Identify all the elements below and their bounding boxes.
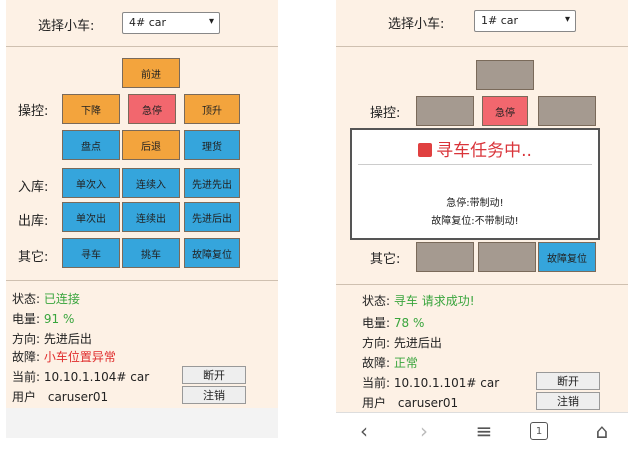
store-label: 入库:: [18, 180, 49, 195]
dialog-title-text: 寻车任务中..: [436, 141, 532, 161]
car-select-label: 选择小车:: [388, 17, 445, 32]
divider: [6, 46, 278, 47]
user-value: caruser01: [397, 396, 459, 410]
forward-button[interactable]: 前进: [122, 58, 180, 88]
browser-nav-bar: ‹ › ≡ 1 ⌂: [336, 412, 628, 450]
power-label: 电量:: [362, 316, 391, 330]
fault-value: 正常: [393, 356, 418, 370]
fault-row: 故障: 小车位置异常: [12, 348, 116, 365]
fault-label: 故障:: [12, 350, 41, 364]
find-car-button[interactable]: 寻车: [62, 238, 120, 268]
continuous-in-button[interactable]: 连续入: [122, 168, 180, 198]
back-arrow-icon[interactable]: ‹: [352, 419, 376, 443]
power-value: 78 %: [393, 316, 425, 330]
dialog-line-estop: 急停:带制动!: [446, 198, 504, 209]
fault-row: 故障: 正常: [362, 354, 418, 371]
car-select-row: 选择小车: 4# car ▾: [6, 8, 278, 38]
user-label: 用户: [362, 396, 387, 410]
power-row: 电量: 91 %: [12, 310, 74, 327]
car-select-row: 选择小车: 1# car ▾: [336, 6, 628, 36]
control-label: 操控:: [18, 104, 49, 119]
move-car-button[interactable]: 挑车: [122, 238, 180, 268]
estop-button[interactable]: 急停: [128, 94, 176, 124]
chevron-down-icon: ▾: [208, 16, 214, 27]
forward-arrow-icon[interactable]: ›: [412, 419, 436, 443]
fault-reset-button[interactable]: 故障复位: [538, 242, 596, 272]
down-button[interactable]: 下降: [62, 94, 120, 124]
other-label: 其它:: [18, 250, 49, 265]
fault-reset-button[interactable]: 故障复位: [184, 238, 240, 268]
forward-button-disabled: [476, 60, 534, 90]
disconnect-button[interactable]: 断开: [536, 372, 600, 390]
move-car-button-disabled: [478, 242, 536, 272]
filo-out-button[interactable]: 先进后出: [184, 202, 240, 232]
car-select-dropdown[interactable]: 4# car ▾: [122, 12, 220, 34]
status-row: 状态: 寻车 请求成功!: [362, 292, 475, 309]
left-phone-panel: 选择小车: 4# car ▾ 前进 操控: 下降 急停 顶升 盘点 后退 理货 …: [6, 0, 278, 408]
direction-value: 先进后出: [43, 332, 92, 346]
home-icon[interactable]: ⌂: [590, 419, 614, 443]
power-value: 91 %: [43, 312, 75, 326]
fault-label: 故障:: [362, 356, 391, 370]
continuous-out-button[interactable]: 连续出: [122, 202, 180, 232]
single-out-button[interactable]: 单次出: [62, 202, 120, 232]
car-select-dropdown[interactable]: 1# car ▾: [474, 10, 576, 32]
current-label: 当前:: [12, 370, 41, 384]
status-row: 状态: 已连接: [12, 290, 80, 307]
current-value: 10.10.1.104# car: [43, 370, 150, 384]
user-value: caruser01: [47, 390, 109, 404]
current-row: 当前: 10.10.1.101# car: [362, 374, 499, 391]
logout-button[interactable]: 注销: [536, 392, 600, 410]
status-label: 状态:: [12, 292, 41, 306]
other-label: 其它:: [370, 252, 401, 267]
direction-row: 方向: 先进后出: [362, 334, 442, 351]
power-label: 电量:: [12, 312, 41, 326]
car-select-label: 选择小车:: [38, 19, 95, 34]
current-value: 10.10.1.101# car: [393, 376, 500, 390]
car-select-value: 1# car: [481, 14, 519, 27]
disconnect-button[interactable]: 断开: [182, 366, 246, 384]
fifo-in-button[interactable]: 先进先出: [184, 168, 240, 198]
status-label: 状态:: [362, 294, 391, 308]
divider: [6, 280, 278, 281]
status-value: 寻车 请求成功!: [393, 294, 475, 308]
current-row: 当前: 10.10.1.104# car: [12, 368, 149, 385]
user-label: 用户: [12, 390, 37, 404]
back-button[interactable]: 后退: [122, 130, 180, 160]
up-button[interactable]: 顶升: [184, 94, 240, 124]
estop-button[interactable]: 急停: [482, 96, 528, 126]
menu-icon[interactable]: ≡: [472, 419, 496, 443]
left-bottom-area: [6, 408, 278, 438]
find-car-button-disabled: [416, 242, 474, 272]
divider: [336, 284, 628, 285]
divider: [358, 164, 592, 165]
chevron-down-icon: ▾: [564, 14, 570, 25]
up-button-disabled: [538, 96, 596, 126]
alert-icon: [418, 143, 433, 157]
direction-label: 方向:: [362, 336, 391, 350]
status-value: 已连接: [43, 292, 80, 306]
car-select-value: 4# car: [129, 16, 167, 29]
tabs-icon[interactable]: 1: [530, 422, 548, 440]
dialog-title: 寻车任务中..: [352, 136, 598, 161]
user-row: 用户 caruser01: [12, 388, 108, 405]
divider: [336, 46, 628, 47]
inventory-button[interactable]: 盘点: [62, 130, 120, 160]
current-label: 当前:: [362, 376, 391, 390]
out-label: 出库:: [18, 214, 49, 229]
logout-button[interactable]: 注销: [182, 386, 246, 404]
fault-value: 小车位置异常: [43, 350, 116, 364]
tally-button[interactable]: 理货: [184, 130, 240, 160]
finding-car-dialog: 寻车任务中.. 急停:带制动! 故障复位:不带制动!: [350, 128, 600, 240]
direction-value: 先进后出: [393, 336, 442, 350]
user-row: 用户 caruser01: [362, 394, 458, 411]
direction-row: 方向: 先进后出: [12, 330, 92, 347]
dialog-line-reset: 故障复位:不带制动!: [431, 216, 519, 227]
single-in-button[interactable]: 单次入: [62, 168, 120, 198]
power-row: 电量: 78 %: [362, 314, 424, 331]
down-button-disabled: [416, 96, 474, 126]
direction-label: 方向:: [12, 332, 41, 346]
control-label: 操控:: [370, 106, 401, 121]
